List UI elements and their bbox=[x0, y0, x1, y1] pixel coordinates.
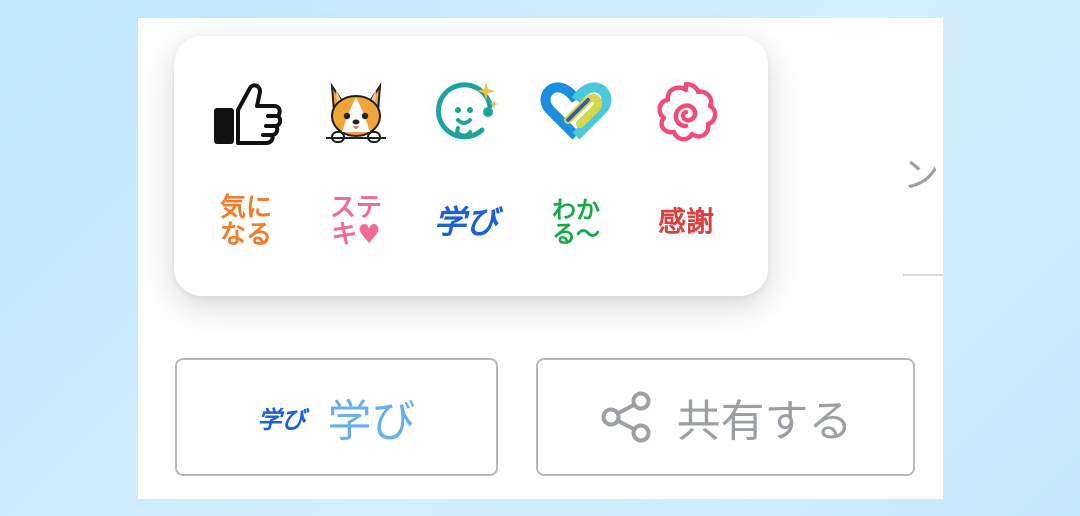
sticker-suteki-text: ステ キ♥ bbox=[329, 193, 382, 250]
share-button-label: 共有する bbox=[676, 396, 853, 447]
corgi-dog-icon bbox=[326, 82, 386, 143]
manabi-button[interactable]: 学び 学び bbox=[175, 358, 498, 476]
swirl-flower-icon bbox=[657, 81, 718, 142]
content-panel: ン 気に なる ステ キ♥ 学び わか る〜 感謝 学び 学び 共有する bbox=[138, 18, 943, 499]
background-label: ン bbox=[903, 155, 942, 196]
reaction-sticker-kansha[interactable]: 感謝 bbox=[646, 182, 726, 262]
heart-link-icon bbox=[540, 82, 612, 140]
share-button[interactable]: 共有する bbox=[536, 358, 915, 476]
sticker-wakaru-text: わか る〜 bbox=[552, 195, 600, 248]
heart-icon: ♥ bbox=[357, 220, 381, 250]
reaction-swirl-flower[interactable] bbox=[646, 72, 726, 152]
sticker-manabi-text: 学び bbox=[433, 202, 498, 241]
manabi-button-label: 学び bbox=[327, 396, 416, 447]
sparkle-smile-icon bbox=[436, 82, 498, 140]
share-icon bbox=[601, 391, 650, 443]
app-frame: ン 気に なる ステ キ♥ 学び わか る〜 感謝 学び 学び 共有する bbox=[0, 0, 1080, 516]
sticker-kansha-text: 感謝 bbox=[657, 204, 714, 238]
reaction-sticker-suteki[interactable]: ステ キ♥ bbox=[316, 182, 396, 262]
reaction-sticker-manabi[interactable]: 学び bbox=[426, 182, 506, 262]
manabi-icon: 学び bbox=[257, 405, 306, 434]
reaction-heart-link[interactable] bbox=[536, 72, 616, 152]
sticker-kininaru-text: 気に なる bbox=[219, 193, 272, 250]
reaction-sticker-kininaru[interactable]: 気に なる bbox=[206, 182, 286, 262]
reaction-sparkle-smile[interactable] bbox=[426, 72, 506, 152]
thumbs-up-icon bbox=[214, 83, 282, 145]
reaction-thumbs-up[interactable] bbox=[206, 72, 286, 152]
divider bbox=[903, 274, 943, 276]
reaction-picker-popup: 気に なる ステ キ♥ 学び わか る〜 感謝 bbox=[174, 36, 768, 296]
reaction-corgi[interactable] bbox=[316, 72, 396, 152]
reaction-sticker-wakaru[interactable]: わか る〜 bbox=[536, 182, 616, 262]
